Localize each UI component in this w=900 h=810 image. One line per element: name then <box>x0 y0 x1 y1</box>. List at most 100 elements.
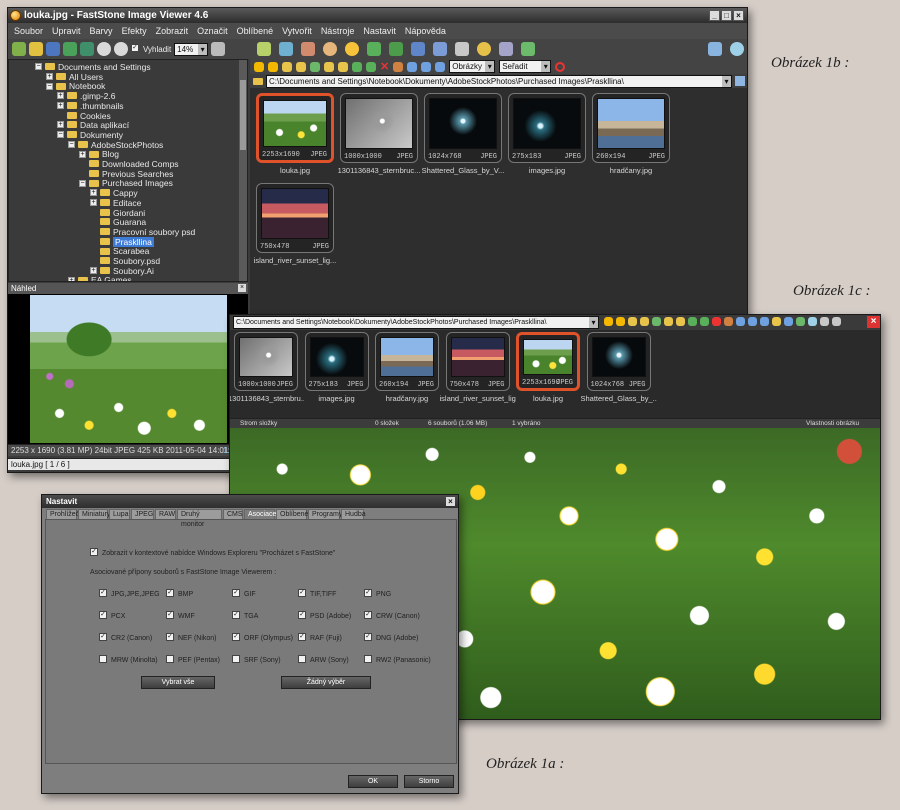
expand-toggle-icon[interactable]: + <box>46 72 53 80</box>
settings-tab[interactable]: JPEG <box>131 509 154 519</box>
expand-toggle-icon[interactable]: − <box>68 140 75 148</box>
zoom-out-icon[interactable] <box>114 42 128 56</box>
maximize-button[interactable]: □ <box>721 10 732 21</box>
tree-node[interactable]: − Dokumenty <box>57 130 123 140</box>
move-icon[interactable] <box>324 61 334 72</box>
extension-checkbox[interactable]: ARW (Sony) <box>298 655 349 665</box>
path-browse-icon[interactable] <box>735 76 745 86</box>
filter-icon[interactable] <box>555 61 566 72</box>
person-icon[interactable] <box>323 42 337 56</box>
tree-node[interactable]: + All Users <box>46 72 103 82</box>
tree-node[interactable]: − Documents and Settings <box>35 62 151 72</box>
save-as-icon[interactable] <box>63 42 77 56</box>
extension-checkbox[interactable]: PEF (Pentax) <box>166 655 220 665</box>
sun-icon[interactable] <box>345 42 359 56</box>
menu-item[interactable]: Soubor <box>14 23 43 39</box>
zoom-combo[interactable]: 14% <box>174 42 209 56</box>
thumbnail[interactable]: 1024x768 JPEG <box>424 93 502 163</box>
tree-node[interactable]: Soubory.psd <box>90 256 160 266</box>
extension-checkbox[interactable]: ✓ CR2 (Canon) <box>99 633 152 643</box>
export-icon[interactable] <box>796 317 805 326</box>
expand-toggle-icon[interactable]: − <box>57 131 64 139</box>
resize-icon[interactable] <box>279 42 293 56</box>
sort-icon[interactable] <box>772 317 781 326</box>
settings-tab[interactable]: Prohlížeč <box>46 509 79 519</box>
zoom-in-icon[interactable] <box>97 42 111 56</box>
menu-item[interactable]: Nápověda <box>405 23 446 39</box>
settings-tab[interactable]: Lupa <box>109 509 130 519</box>
thumbnail[interactable]: 1000x1000 JPEG <box>234 332 298 391</box>
refresh-browser-icon[interactable] <box>352 61 362 72</box>
copy-icon[interactable] <box>652 317 661 326</box>
rename-icon[interactable] <box>393 61 404 72</box>
expand-toggle-icon[interactable]: + <box>90 266 97 274</box>
fs-close-icon[interactable]: × <box>867 316 880 328</box>
save-icon[interactable] <box>46 42 60 56</box>
delete-icon[interactable] <box>712 317 721 326</box>
extension-checkbox[interactable]: RW2 (Panasonic) <box>364 655 431 665</box>
hand-icon[interactable] <box>211 42 226 56</box>
tree-node[interactable]: Giordani <box>90 208 145 218</box>
tree-node[interactable]: Guarana <box>90 217 146 227</box>
settings-icon[interactable] <box>521 42 535 56</box>
extension-checkbox[interactable]: ✓ CRW (Canon) <box>364 611 420 621</box>
extension-checkbox[interactable]: SRF (Sony) <box>232 655 281 665</box>
back-icon[interactable] <box>604 317 613 326</box>
menu-item[interactable]: Zobrazit <box>156 23 189 39</box>
sort-select[interactable]: Seřadit uživat <box>499 60 552 82</box>
favorites-icon[interactable] <box>676 317 685 326</box>
thumbnail[interactable]: 1000x1000 JPEG <box>340 93 418 163</box>
sync-icon[interactable] <box>366 61 376 72</box>
minimize-button[interactable]: _ <box>709 10 720 21</box>
forward-icon[interactable] <box>268 61 278 72</box>
thumbnail[interactable]: 1024x768 JPEG <box>586 332 651 391</box>
settings-tab[interactable]: Asociace <box>244 509 276 519</box>
folder-icon[interactable] <box>29 42 43 56</box>
favorites-icon[interactable] <box>338 61 348 72</box>
menu-item[interactable]: Vytvořit <box>282 23 312 39</box>
tree-node[interactable]: Previous Searches <box>79 169 173 179</box>
open-icon[interactable] <box>12 42 26 56</box>
extension-checkbox[interactable]: ✓ PCX <box>99 611 125 621</box>
thumbnail[interactable]: 275x183 JPEG <box>508 93 586 163</box>
preview-close-icon[interactable]: × <box>238 284 246 292</box>
refresh-icon[interactable] <box>688 317 697 326</box>
new-folder-icon[interactable] <box>296 61 306 72</box>
menu-item[interactable]: Nástroje <box>321 23 355 39</box>
expand-toggle-icon[interactable]: − <box>79 179 86 187</box>
extension-checkbox[interactable]: ✓ DNG (Adobe) <box>364 633 418 643</box>
thumbnail[interactable]: 260x194 JPEG <box>375 332 439 391</box>
tree-node[interactable]: + Editace <box>90 198 141 208</box>
new-folder-icon[interactable] <box>640 317 649 326</box>
tree-node[interactable]: + Data aplikací <box>57 120 129 130</box>
view-details-icon[interactable] <box>407 61 418 72</box>
expand-toggle-icon[interactable]: + <box>57 121 64 129</box>
settings-tab[interactable]: RAW <box>155 509 176 519</box>
back-icon[interactable] <box>254 61 264 72</box>
expand-toggle-icon[interactable]: + <box>79 150 86 158</box>
copy-icon[interactable] <box>310 61 320 72</box>
extension-checkbox[interactable]: ✓ RAF (Fuji) <box>298 633 342 643</box>
settings-tab[interactable]: Druhý monitor <box>177 509 222 528</box>
extension-checkbox[interactable]: ✓ ORF (Olympus) <box>232 633 293 643</box>
menu-item[interactable]: Označit <box>197 23 228 39</box>
settings-icon[interactable] <box>808 317 817 326</box>
tree-node[interactable]: − AdobeStockPhotos <box>68 140 163 150</box>
fs-path-combo[interactable]: C:\Documents and Settings\Notebook\Dokum… <box>233 316 599 329</box>
expand-toggle-icon[interactable]: + <box>90 199 97 207</box>
view-list-icon[interactable] <box>421 61 432 72</box>
settings-tab[interactable]: Miniatury <box>78 509 110 519</box>
compare-icon[interactable] <box>411 42 425 56</box>
up-folder-icon[interactable] <box>282 61 292 72</box>
tree-node[interactable]: − Notebook <box>46 81 105 91</box>
slideshow-icon[interactable] <box>433 42 447 56</box>
view-mode-select[interactable]: Obrázky <box>449 60 496 73</box>
thumbnail[interactable]: 275x183 JPEG <box>304 332 369 391</box>
settings-close-icon[interactable]: × <box>446 497 455 506</box>
menu-item[interactable]: Efekty <box>122 23 147 39</box>
rotate-icon[interactable] <box>301 42 315 56</box>
main-titlebar[interactable]: louka.jpg - FastStone Image Viewer 4.6 _… <box>8 8 747 23</box>
delete-icon[interactable]: ✕ <box>380 60 389 73</box>
email-icon[interactable] <box>455 42 469 56</box>
expand-toggle-icon[interactable]: + <box>68 276 75 281</box>
